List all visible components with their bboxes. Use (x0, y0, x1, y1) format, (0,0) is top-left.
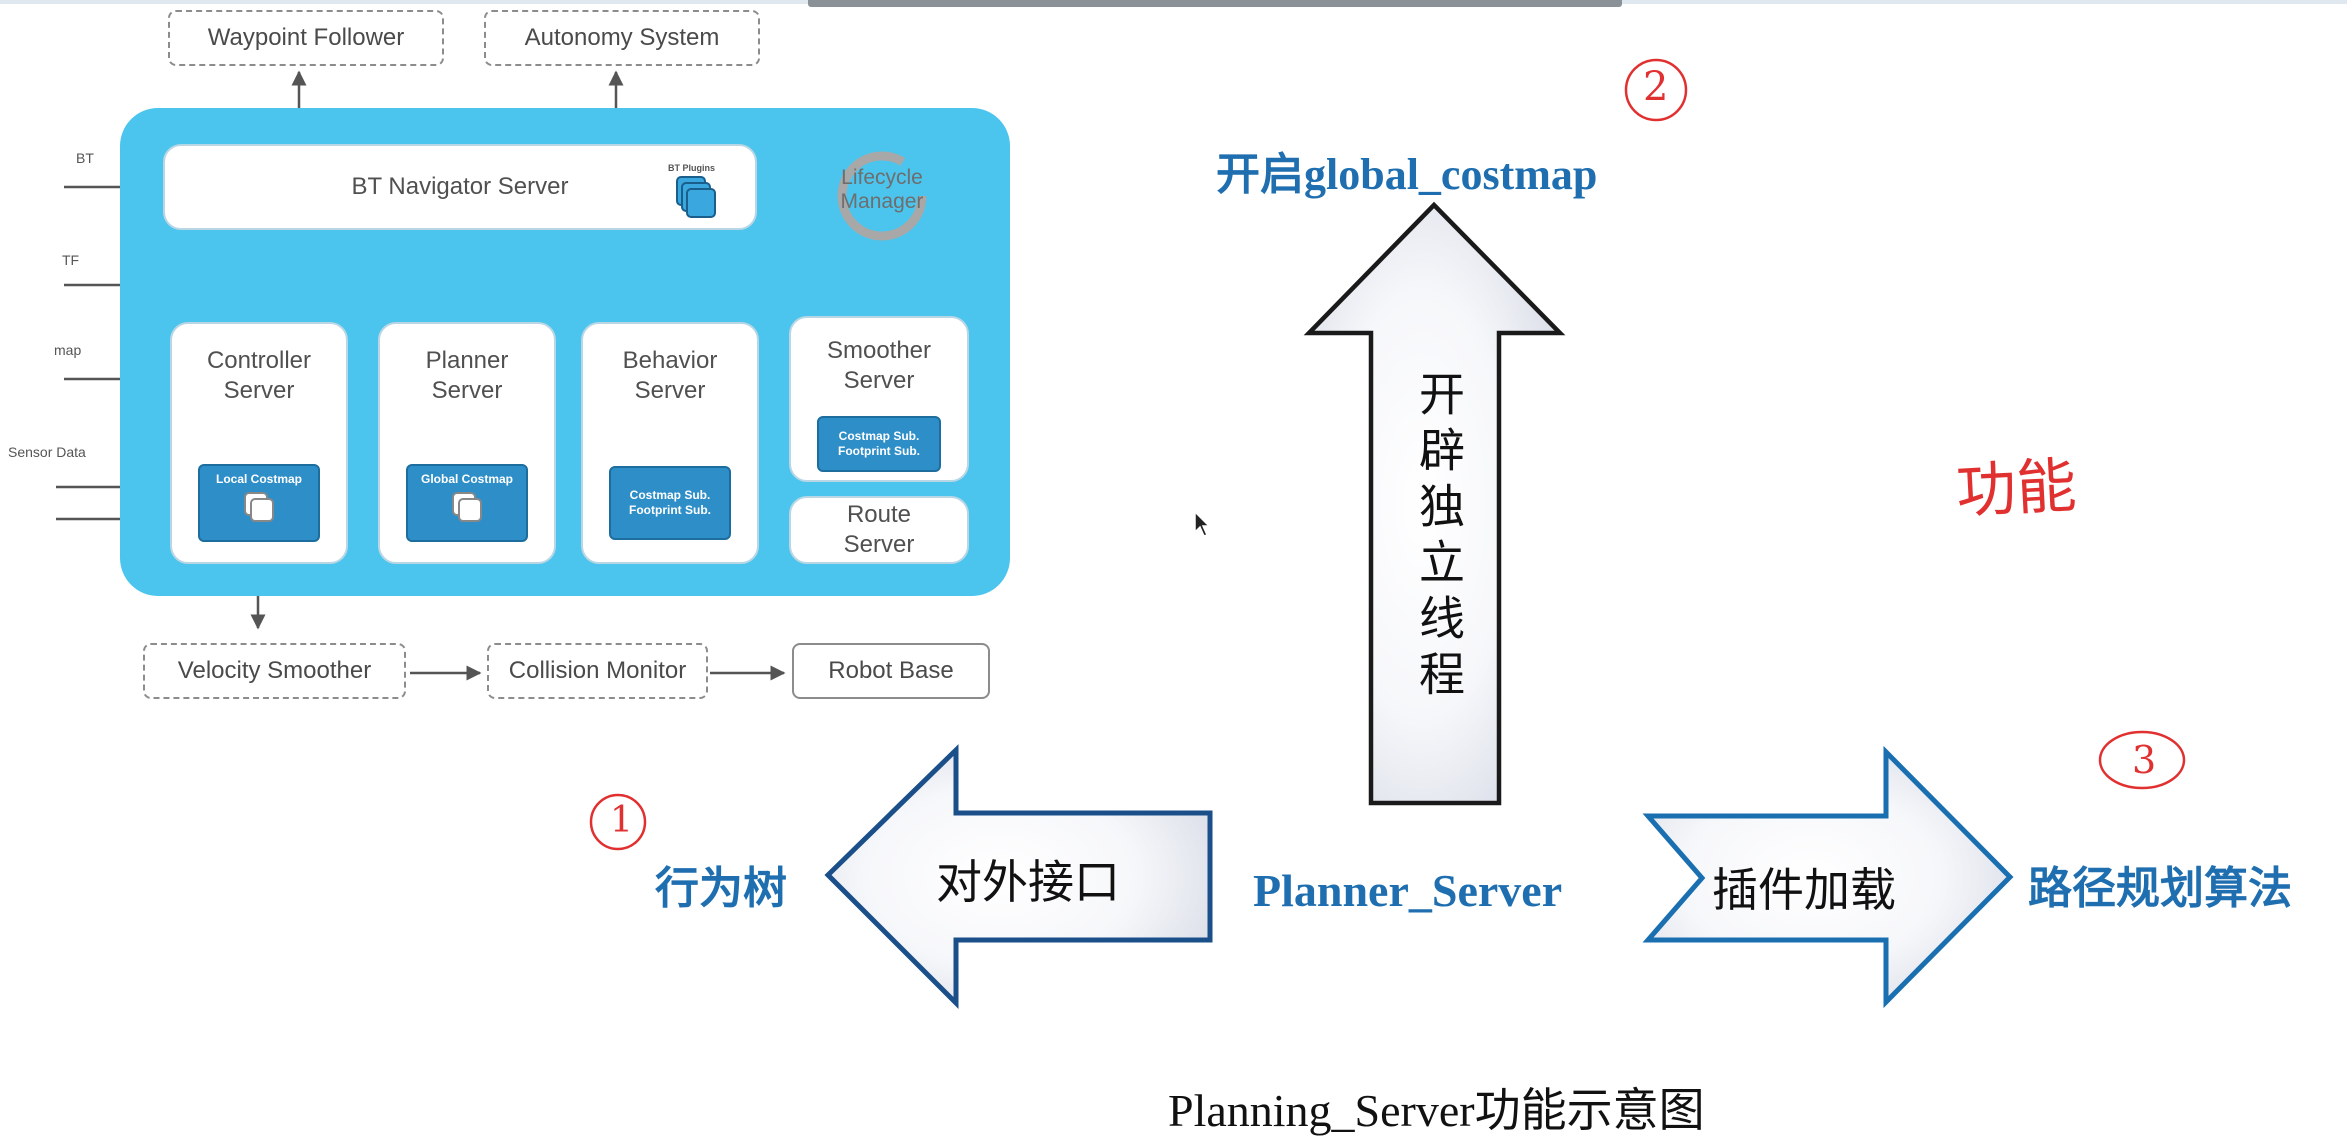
annotation-number-2: 2 (1643, 64, 1669, 110)
handwritten-note: 功能 (1954, 450, 2079, 528)
annotation-layer (589, 58, 2186, 851)
mouse-cursor-icon (1194, 510, 1211, 537)
annotation-number-1: 1 (610, 800, 633, 841)
annotation-number-3: 3 (2132, 738, 2157, 782)
slide-canvas: Waypoint Follower Autonomy System BT Nav… (0, 0, 2347, 1136)
